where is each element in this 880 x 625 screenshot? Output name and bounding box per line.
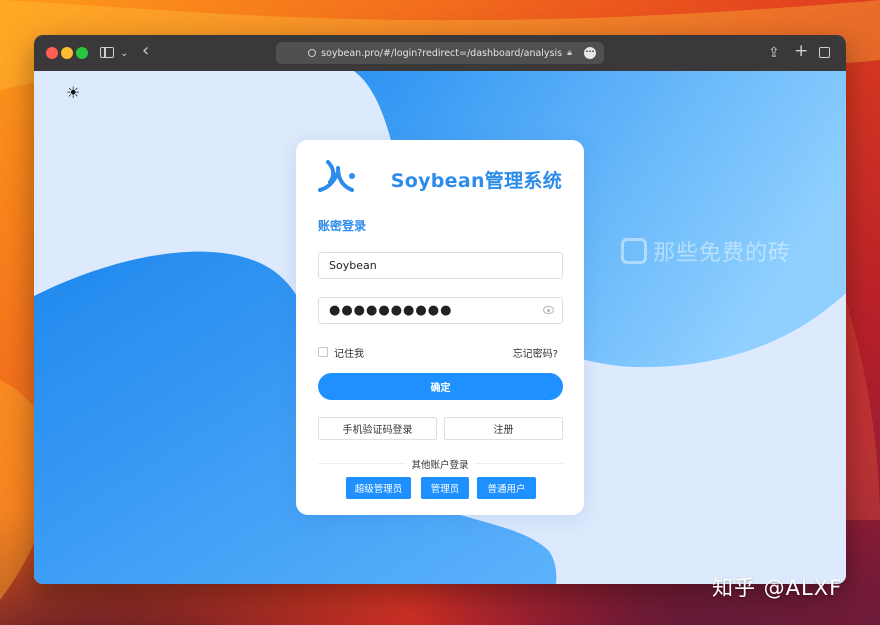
login-mode-title: 账密登录 — [318, 219, 367, 233]
back-arrow-icon[interactable]: ‹ — [142, 41, 149, 61]
other-accounts-label: 其他账户登录 — [296, 457, 584, 471]
more-options-icon[interactable]: ··· — [584, 47, 596, 59]
sidebar-toggle-icon[interactable] — [100, 47, 114, 58]
remember-me-label[interactable]: 记住我 — [334, 345, 364, 360]
author-signature: 知乎 @ALXF — [712, 576, 843, 600]
tab-overview-icon[interactable] — [819, 47, 830, 58]
watermark: 那些免费的砖 — [621, 235, 791, 267]
watermark-text: 那些免费的砖 — [653, 241, 792, 266]
address-bar[interactable]: soybean.pro/#/login?redirect=/dashboard/… — [276, 42, 604, 64]
other-accounts-text: 其他账户登录 — [405, 460, 475, 471]
browser-window: ⌄ ‹ soybean.pro/#/login?redirect=/dashbo… — [34, 35, 846, 584]
share-icon[interactable]: ⇪ — [768, 43, 780, 63]
browser-toolbar: ⌄ ‹ soybean.pro/#/login?redirect=/dashbo… — [34, 35, 846, 72]
chevron-down-icon[interactable]: ⌄ — [120, 44, 128, 64]
remember-me-checkbox[interactable] — [318, 347, 328, 357]
page-viewport: ☀ 那些免费的砖 Soybean管理系统 账密登录 Soybean ●●●●●●… — [34, 71, 846, 584]
brand-title: Soybean管理系统 — [390, 170, 562, 192]
soybean-logo-icon — [318, 160, 355, 192]
password-value: ●●●●●●●●●● — [329, 303, 453, 318]
new-tab-icon[interactable]: + — [794, 41, 808, 61]
eye-icon[interactable] — [543, 306, 554, 314]
close-window-button[interactable] — [46, 47, 58, 59]
super-admin-button[interactable]: 超级管理员 — [346, 477, 411, 499]
zoom-window-button[interactable] — [76, 47, 88, 59]
url-text: soybean.pro/#/login?redirect=/dashboard/… — [321, 47, 563, 59]
sms-login-button[interactable]: 手机验证码登录 — [318, 417, 437, 440]
lock-icon: 🔒︎ — [567, 48, 572, 58]
sun-icon[interactable]: ☀ — [66, 85, 80, 101]
username-input[interactable]: Soybean — [318, 252, 563, 279]
watermark-logo-icon — [621, 238, 647, 264]
register-button[interactable]: 注册 — [444, 417, 563, 440]
forgot-password-link[interactable]: 忘记密码? — [513, 345, 558, 360]
confirm-button[interactable]: 确定 — [318, 373, 563, 400]
globe-icon — [308, 49, 317, 57]
password-input[interactable]: ●●●●●●●●●● — [318, 297, 563, 324]
user-button[interactable]: 普通用户 — [477, 477, 536, 499]
admin-button[interactable]: 管理员 — [421, 477, 469, 499]
minimize-window-button[interactable] — [61, 47, 73, 59]
login-card: Soybean管理系统 账密登录 Soybean ●●●●●●●●●● 记住我 … — [296, 140, 584, 515]
